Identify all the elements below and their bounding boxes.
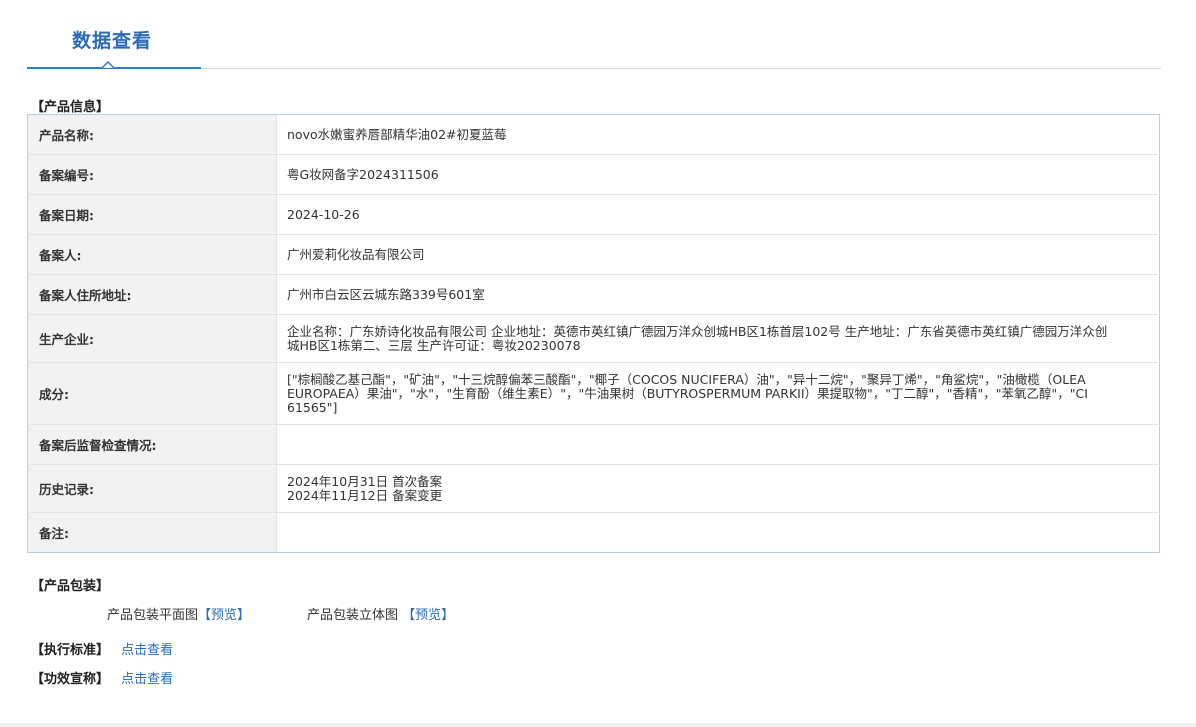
standard-label: 【执行标准】: [31, 643, 110, 658]
tab-header: 数据查看: [27, 0, 1161, 70]
table-row: 备案人: 广州爱莉化妆品有限公司: [27, 234, 1160, 275]
standard-row: 【执行标准】 点击查看: [31, 639, 173, 658]
product-info-table: 产品名称: novo水嫩蜜养唇部精华油02#初夏蓝莓 备案编号: 粤G妆网备字2…: [27, 114, 1160, 553]
flat-preview-link[interactable]: 【预览】: [198, 608, 250, 623]
row-label: 备案人:: [27, 234, 277, 275]
table-row: 产品名称: novo水嫩蜜养唇部精华油02#初夏蓝莓: [27, 114, 1160, 155]
product-info-section-title: 【产品信息】: [31, 100, 110, 115]
table-row: 成分: ["棕榈酸乙基己酯"，"矿油"，"十三烷醇偏苯三酸酯"，"椰子（COCO…: [27, 362, 1160, 425]
flat-packaging-item: 产品包装平面图【预览】: [107, 604, 250, 623]
efficacy-view-link[interactable]: 点击查看: [121, 672, 173, 687]
table-row: 备案编号: 粤G妆网备字2024311506: [27, 154, 1160, 195]
table-row: 备案日期: 2024-10-26: [27, 194, 1160, 235]
efficacy-label: 【功效宣称】: [31, 672, 110, 687]
stereo-packaging-item: 产品包装立体图 【预览】: [307, 604, 454, 623]
row-label: 备注:: [27, 512, 277, 553]
table-row: 备案后监督检查情况:: [27, 424, 1160, 465]
table-row: 备案人住所地址: 广州市白云区云城东路339号601室: [27, 274, 1160, 315]
row-label: 备案日期:: [27, 194, 277, 235]
table-row: 历史记录: 2024年10月31日 首次备案 2024年11月12日 备案变更: [27, 464, 1160, 513]
filing-date-value: 2024-10-26: [276, 194, 1160, 235]
page-title[interactable]: 数据查看: [72, 26, 152, 53]
ingredients-value: ["棕榈酸乙基己酯"，"矿油"，"十三烷醇偏苯三酸酯"，"椰子（COCOS NU…: [276, 362, 1160, 425]
page-bottom-divider: [0, 723, 1196, 727]
history-entry: 2024年10月31日 首次备案: [287, 473, 443, 489]
stereo-preview-link[interactable]: 【预览】: [402, 608, 454, 623]
history-entry: 2024年11月12日 备案变更: [287, 487, 443, 503]
table-row: 生产企业: 企业名称：广东娇诗化妆品有限公司 企业地址：英德市英红镇广德园万洋众…: [27, 314, 1160, 363]
row-label: 备案人住所地址:: [27, 274, 277, 315]
row-label: 历史记录:: [27, 464, 277, 513]
row-label: 备案编号:: [27, 154, 277, 195]
filer-address-value: 广州市白云区云城东路339号601室: [276, 274, 1160, 315]
history-value: 2024年10月31日 首次备案 2024年11月12日 备案变更: [276, 464, 1160, 513]
filing-number-value: 粤G妆网备字2024311506: [276, 154, 1160, 195]
row-label: 生产企业:: [27, 314, 277, 363]
row-label: 备案后监督检查情况:: [27, 424, 277, 465]
flat-packaging-label: 产品包装平面图: [107, 608, 199, 623]
manufacturer-value: 企业名称：广东娇诗化妆品有限公司 企业地址：英德市英红镇广德园万洋众创城HB区1…: [276, 314, 1160, 363]
inspection-value: [276, 424, 1160, 465]
packaging-section-title: 【产品包装】: [31, 579, 110, 594]
remarks-value: [277, 513, 1160, 553]
caret-up-icon: [101, 61, 115, 68]
table-row: 备注:: [27, 512, 1160, 553]
standard-view-link[interactable]: 点击查看: [121, 643, 173, 658]
stereo-packaging-label: 产品包装立体图: [307, 608, 399, 623]
filer-value: 广州爱莉化妆品有限公司: [276, 234, 1160, 275]
row-label: 产品名称:: [27, 114, 277, 155]
product-name-value: novo水嫩蜜养唇部精华油02#初夏蓝莓: [276, 114, 1160, 155]
efficacy-row: 【功效宣称】 点击查看: [31, 668, 173, 687]
row-label: 成分:: [27, 362, 277, 425]
